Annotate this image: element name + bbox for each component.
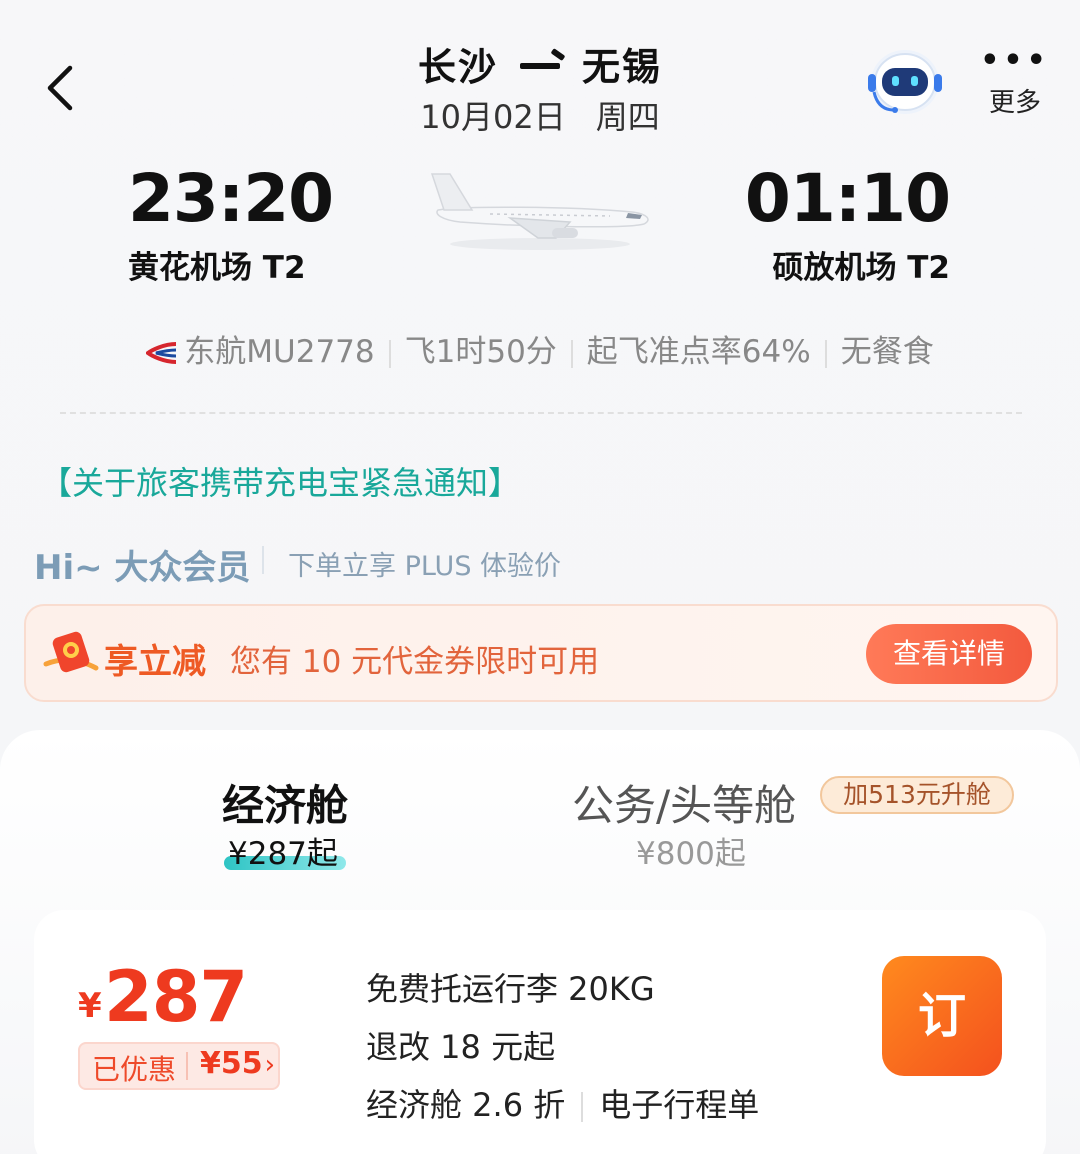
discount-label: 已优惠 — [92, 1053, 177, 1086]
divider — [388, 339, 391, 368]
airline-logo-icon — [144, 338, 178, 364]
coupon-text: 您有 10 元代金券限时可用 — [230, 644, 600, 680]
on-time-rate: 起飞准点率64% — [586, 334, 811, 370]
upgrade-badge: 加513元升舱 — [820, 776, 1014, 814]
more-label: 更多 — [988, 88, 1041, 118]
book-button[interactable]: 订 — [882, 956, 1002, 1076]
power-bank-notice-link[interactable]: 【关于旅客携带充电宝紧急通知】 — [40, 458, 520, 504]
robot-assistant-icon — [868, 50, 942, 114]
divider — [186, 1052, 188, 1080]
dashed-divider — [60, 412, 1022, 414]
meal-info: 无餐食 — [840, 334, 934, 370]
more-button[interactable]: ••• 更多 — [980, 46, 1050, 119]
fare-price: 287 — [104, 956, 248, 1038]
airplane-image — [420, 166, 656, 256]
divider — [581, 1092, 584, 1122]
view-details-button[interactable]: 查看详情 — [866, 624, 1032, 684]
flight-duration: 飞1时50分 — [404, 334, 557, 370]
currency-symbol: ¥ — [78, 986, 102, 1026]
chevron-right-icon: › — [264, 1050, 276, 1080]
fare-details-row: 经济舱 2.6 折电子行程单 — [366, 1080, 759, 1126]
tab-business-first[interactable]: 公务/头等舱 — [572, 772, 796, 833]
flight-number: 东航MU2778 — [184, 334, 375, 370]
divider — [262, 546, 264, 574]
assistant-button[interactable] — [864, 42, 946, 120]
fare-class: 经济舱 2.6 折 — [366, 1086, 566, 1124]
departure-time: 23:20 — [128, 160, 334, 237]
arrival-time: 01:10 — [744, 160, 951, 237]
business-from-price: ¥800起 — [636, 836, 746, 872]
origin-city: 长沙 — [417, 45, 498, 89]
flight-info-row: 东航MU2778 飞1时50分 起飞准点率64% 无餐食 — [0, 326, 1080, 371]
coupon-icon — [40, 624, 100, 684]
member-greeting: Hi~ 大众会员 — [34, 548, 251, 588]
departure-airport: 黄花机场 T2 — [128, 250, 306, 286]
airplane-icon — [430, 173, 649, 250]
itinerary-type: 电子行程单 — [599, 1086, 760, 1124]
divider — [824, 339, 827, 368]
coupon-title: 享立减 — [104, 642, 206, 682]
weekday-text: 周四 — [595, 98, 660, 136]
divider — [570, 339, 573, 368]
date-text: 10月02日 — [420, 98, 566, 136]
arrival-airport: 硕放机场 T2 — [772, 250, 950, 286]
baggage-allowance: 免费托运行李 20KG — [366, 970, 655, 1008]
destination-city: 无锡 — [582, 45, 663, 89]
change-fee: 退改 18 元起 — [366, 1028, 556, 1066]
route-arrow-icon — [520, 62, 560, 69]
tab-economy[interactable]: 经济舱 — [222, 772, 348, 833]
discount-value: ¥55› — [200, 1046, 276, 1081]
member-benefit: 下单立享 PLUS 体验价 — [288, 551, 562, 582]
more-dots-icon: ••• — [980, 43, 1050, 78]
economy-from-price: ¥287起 — [228, 836, 338, 872]
